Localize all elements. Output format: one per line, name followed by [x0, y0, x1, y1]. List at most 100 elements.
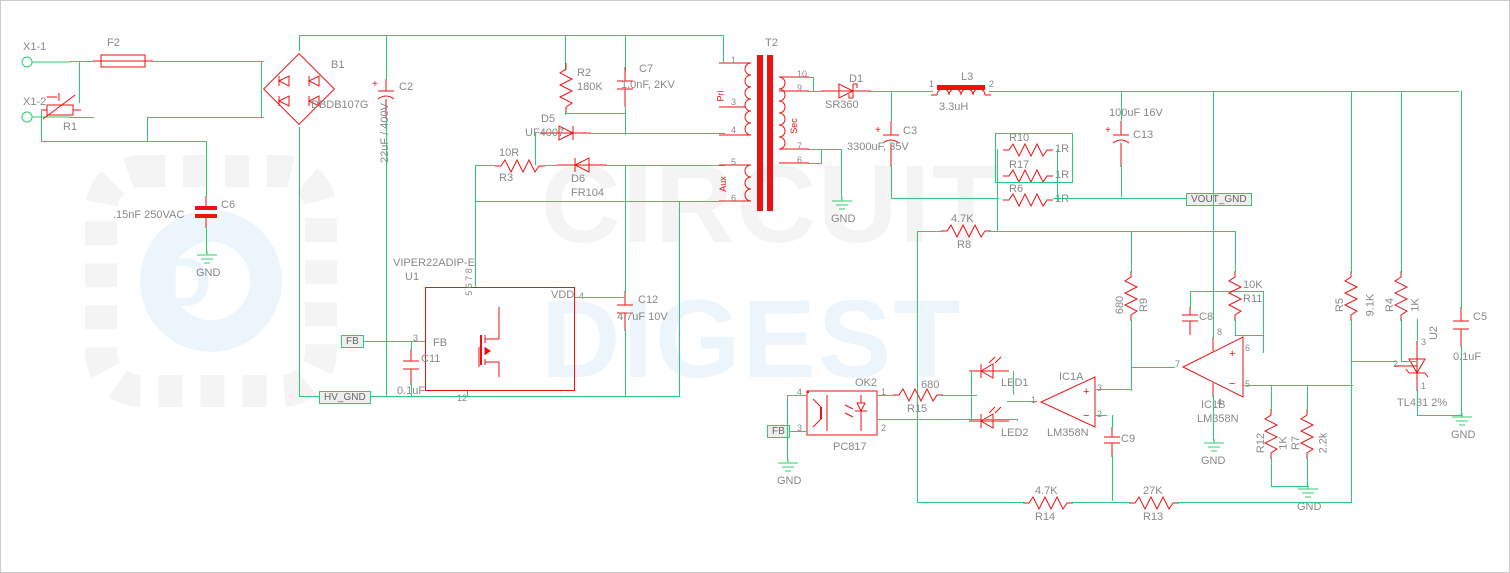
t2-p10: 10: [797, 69, 807, 79]
opto-ok2-body: [807, 385, 877, 441]
r2-val: 180K: [577, 81, 603, 93]
l3-val: 3.3uH: [939, 101, 968, 113]
t2-sec: Sec: [789, 118, 799, 134]
r3-ref: R3: [499, 172, 513, 184]
u2-p3: 3: [1421, 337, 1426, 347]
c11-ref: C11: [421, 353, 440, 365]
bridge-b1: [249, 39, 349, 139]
r3-val: 10R: [499, 147, 519, 159]
opamp-ic1a: +−: [1035, 377, 1105, 427]
led2-ref: LED2: [1001, 427, 1029, 439]
gnd-c5-lbl: GND: [1451, 429, 1475, 441]
c6-val: .15nF 250VAC: [113, 209, 184, 221]
t2-pri: Pri: [716, 91, 726, 102]
cap-c11: [401, 349, 421, 385]
r9-val: 680: [1114, 296, 1126, 314]
gnd-ok2: [777, 459, 799, 475]
t2-p5: 5: [731, 157, 736, 167]
t2-aux: Aux: [718, 176, 728, 192]
sense-group: [995, 133, 1073, 183]
res-r2: [556, 63, 576, 113]
fuse-f2: [93, 51, 153, 73]
d6-val: FR104: [571, 187, 604, 199]
watermark-digest: DIGEST: [541, 276, 963, 403]
r11-ref: R11: [1243, 293, 1262, 305]
bridge-ref: B1: [331, 59, 344, 71]
r8-ref: R8: [957, 239, 971, 251]
cap-c6: [191, 196, 221, 228]
res-r13: [1129, 495, 1179, 511]
gnd-ok2-lbl: GND: [777, 475, 801, 487]
u1-internal-mosfet: [469, 307, 529, 377]
u1-pgnd: 12: [457, 393, 467, 403]
c5-ref: C5: [1473, 311, 1487, 323]
d1-val: SR360: [825, 99, 859, 111]
u1-vdd: VDD: [551, 289, 574, 301]
r6-ref: R6: [1009, 183, 1023, 195]
c9-ref: C9: [1121, 433, 1135, 445]
ok2-ref: OK2: [855, 377, 877, 389]
t2-p6: 6: [731, 193, 736, 203]
cap-c5: [1451, 307, 1471, 347]
res-r11: [1227, 271, 1243, 321]
c12-ref: C12: [638, 294, 658, 306]
c2-ref: C2: [399, 81, 413, 93]
ic1a-ref: IC1A: [1059, 371, 1083, 383]
c5-val: 0.1uF: [1453, 351, 1481, 363]
u1-fb: FB: [433, 337, 447, 349]
net-fb-left: FB: [341, 335, 364, 348]
ic1b-p5: 5: [1245, 379, 1250, 389]
r5-val: 9.1K: [1364, 294, 1376, 317]
c13-val: 100uF 16V: [1109, 107, 1163, 119]
ic1b-p7: 7: [1175, 359, 1180, 369]
ok2-part: PC817: [833, 441, 867, 453]
svg-text:+: +: [1083, 386, 1089, 398]
r9-ref: R9: [1138, 298, 1150, 312]
r2-ref: R2: [577, 67, 591, 79]
r7-val: 2.2k: [1317, 433, 1329, 454]
res-r6: [1003, 193, 1053, 207]
ic1b-p8: 8: [1217, 327, 1222, 337]
c3-val: 3300uF, 35V: [847, 141, 909, 153]
d5-ref: D5: [541, 113, 555, 125]
l3-ref: L3: [961, 71, 973, 83]
net-vout-gnd: VOUT_GND: [1186, 193, 1252, 206]
svg-text:+: +: [875, 125, 881, 136]
connector-x1-1: [21, 56, 71, 68]
t2-p6b: 6: [797, 155, 802, 165]
u1-pd: 5 6 7 8: [464, 268, 474, 296]
c3-ref: C3: [903, 125, 917, 137]
d6-ref: D6: [571, 173, 585, 185]
gnd-ic1b: [1203, 439, 1225, 455]
r13-ref: R13: [1143, 511, 1163, 523]
r7-ref: R7: [1290, 436, 1302, 450]
gnd-r7: [1297, 485, 1319, 501]
r13-val: 27K: [1143, 485, 1163, 497]
inductor-l3: [931, 81, 991, 101]
gnd-label-1: GND: [196, 267, 220, 279]
svg-text:+: +: [1105, 125, 1111, 136]
reg-tl431: [1409, 341, 1449, 391]
cap-c13: +: [1111, 121, 1131, 167]
c8-ref: C8: [1199, 311, 1213, 323]
led1-ref: LED1: [1001, 377, 1029, 389]
r4-val: 1K: [1410, 298, 1422, 311]
net-hvgnd: HV_GND: [319, 391, 371, 404]
u1-p4: 4: [579, 291, 584, 301]
ic1a-part: LM358N: [1047, 427, 1089, 439]
t2-p4: 4: [731, 125, 736, 135]
gnd-c5: [1451, 413, 1473, 429]
t2-p9: 9: [797, 83, 802, 93]
c7-val: 1.0nF, 2KV: [621, 79, 675, 91]
connector-x1-1-label: X1-1: [23, 41, 46, 53]
c12-val: 4.7uF 10V: [617, 311, 668, 323]
ok2-p2: 2: [881, 423, 886, 433]
t2-p3: 3: [731, 97, 736, 107]
t2-ref: T2: [765, 37, 778, 49]
r15-ref: R15: [907, 403, 927, 415]
res-r8: [941, 223, 991, 239]
t2-p7: 7: [797, 141, 802, 151]
diode-d1: [821, 81, 871, 101]
ic1b-p6: 6: [1245, 343, 1250, 353]
ic1a-p3: 3: [1097, 383, 1102, 393]
